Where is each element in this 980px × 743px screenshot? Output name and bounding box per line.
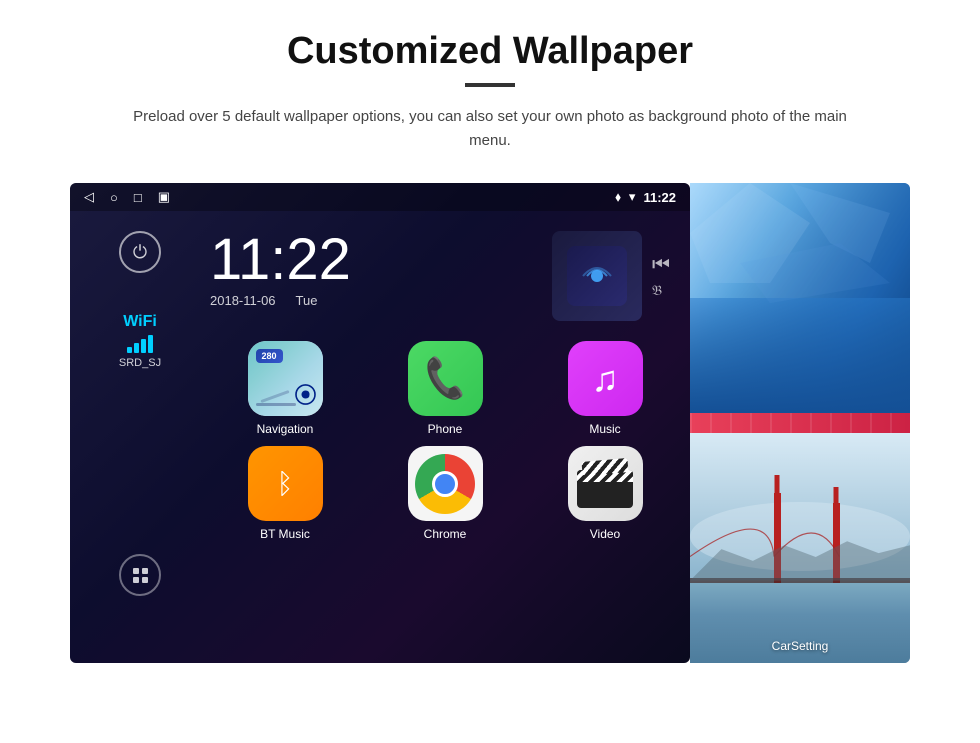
- clock-widget: 11:22 2018-11-06 Tue: [210, 231, 351, 308]
- chrome-label: Chrome: [424, 527, 467, 541]
- left-sidebar: ⏻ WiFi SRD_SJ: [70, 211, 210, 631]
- wifi-status-icon: ▾: [629, 189, 636, 205]
- apps-grid-button[interactable]: [119, 554, 161, 596]
- clapperboard: [577, 460, 633, 508]
- bt-music-label: BT Music: [260, 527, 310, 541]
- chrome-inner-circle: [432, 471, 458, 497]
- wifi-bar-4: [148, 335, 153, 353]
- bluetooth-icon: 𝔅: [652, 282, 670, 299]
- navigation-app-icon: 280 ⦿: [248, 341, 323, 416]
- recent-icon[interactable]: □: [134, 190, 142, 205]
- media-widget: [552, 231, 642, 321]
- prev-track-icon[interactable]: ⏮: [652, 254, 670, 277]
- grid-dot: [142, 568, 148, 574]
- car-setting-label[interactable]: CarSetting: [772, 639, 829, 653]
- android-screen: ◁ ○ □ ▣ ⬧ ▾ 11:22 ⏻: [70, 183, 690, 663]
- media-icon-bg: [567, 246, 627, 306]
- power-icon: ⏻: [133, 242, 147, 263]
- app-item-video[interactable]: Video: [530, 446, 680, 541]
- clock-time: 11:22: [210, 231, 351, 289]
- wifi-bar-1: [127, 347, 132, 353]
- nav-road-line-2: [260, 390, 289, 403]
- nav-map-bg: 280 ⦿: [248, 341, 323, 416]
- video-app-icon: [568, 446, 643, 521]
- wifi-widget: WiFi SRD_SJ: [119, 313, 161, 369]
- grid-dots: [133, 568, 148, 583]
- wifi-network-name: SRD_SJ: [119, 357, 161, 369]
- bluetooth-symbol-icon: ᛒ: [277, 468, 294, 500]
- grid-dot: [133, 568, 139, 574]
- grid-dot: [133, 577, 139, 583]
- wifi-signal-icon: [579, 258, 615, 294]
- status-time: 11:22: [643, 190, 676, 205]
- media-box: ⏮ 𝔅: [552, 231, 670, 321]
- music-label: Music: [589, 422, 620, 436]
- wallpaper-thumb-bridge[interactable]: CarSetting: [690, 433, 910, 663]
- music-app-icon: ♫: [568, 341, 643, 416]
- app-item-music[interactable]: ♫ Music: [530, 341, 680, 436]
- nav-road-line: [256, 403, 296, 406]
- page-description: Preload over 5 default wallpaper options…: [115, 105, 865, 153]
- app-item-phone[interactable]: 📞 Phone: [370, 341, 520, 436]
- bt-music-app-icon: ᛒ: [248, 446, 323, 521]
- location-icon: ⬧: [615, 189, 621, 205]
- clock-day-value: Tue: [296, 293, 318, 308]
- media-side-controls: ⏮ 𝔅: [652, 254, 670, 299]
- nav-badge: 280: [256, 349, 283, 363]
- music-note-icon: ♫: [592, 358, 619, 400]
- video-label: Video: [590, 527, 620, 541]
- status-bar-right: ⬧ ▾ 11:22: [615, 189, 676, 205]
- page-wrapper: Customized Wallpaper Preload over 5 defa…: [0, 0, 980, 683]
- navigation-label: Navigation: [257, 422, 314, 436]
- page-title: Customized Wallpaper: [40, 30, 940, 73]
- grid-dot: [142, 577, 148, 583]
- power-button[interactable]: ⏻: [119, 231, 161, 273]
- apps-grid: 280 ⦿ Navigation 📞: [210, 331, 680, 551]
- app-item-bt-music[interactable]: ᛒ BT Music: [210, 446, 360, 541]
- chrome-outer-ring: [415, 454, 475, 514]
- main-area: ⏻ WiFi SRD_SJ: [70, 211, 690, 631]
- phone-handset-icon: 📞: [419, 354, 470, 403]
- clock-date: 2018-11-06 Tue: [210, 293, 351, 308]
- strip-pattern: [690, 413, 910, 433]
- status-bar-left: ◁ ○ □ ▣: [84, 189, 170, 205]
- home-icon[interactable]: ○: [110, 190, 118, 205]
- wallpaper-strip-red: [690, 413, 910, 433]
- title-divider: [465, 83, 515, 87]
- clock-date-value: 2018-11-06: [210, 293, 276, 308]
- wifi-bar-2: [134, 343, 139, 353]
- bridge-mountains-svg: [690, 527, 910, 587]
- wallpaper-thumbnails: CarSetting: [690, 183, 910, 663]
- phone-app-icon: 📞: [408, 341, 483, 416]
- app-item-navigation[interactable]: 280 ⦿ Navigation: [210, 341, 360, 436]
- phone-label: Phone: [428, 422, 463, 436]
- back-icon[interactable]: ◁: [84, 189, 94, 205]
- screenshot-icon[interactable]: ▣: [158, 189, 170, 205]
- ice-svg-texture: [690, 183, 910, 413]
- wallpaper-thumb-ice[interactable]: [690, 183, 910, 413]
- status-bar: ◁ ○ □ ▣ ⬧ ▾ 11:22: [70, 183, 690, 211]
- nav-compass-icon: ⦿: [294, 378, 316, 410]
- wifi-label: WiFi: [119, 313, 161, 331]
- clock-area: 11:22 2018-11-06 Tue: [210, 221, 680, 331]
- center-content: 11:22 2018-11-06 Tue: [210, 211, 690, 631]
- wifi-bars: [119, 335, 161, 353]
- chrome-app-icon: [408, 446, 483, 521]
- app-item-chrome[interactable]: Chrome: [370, 446, 520, 541]
- screen-container: ◁ ○ □ ▣ ⬧ ▾ 11:22 ⏻: [70, 183, 910, 663]
- wifi-bar-3: [141, 339, 146, 353]
